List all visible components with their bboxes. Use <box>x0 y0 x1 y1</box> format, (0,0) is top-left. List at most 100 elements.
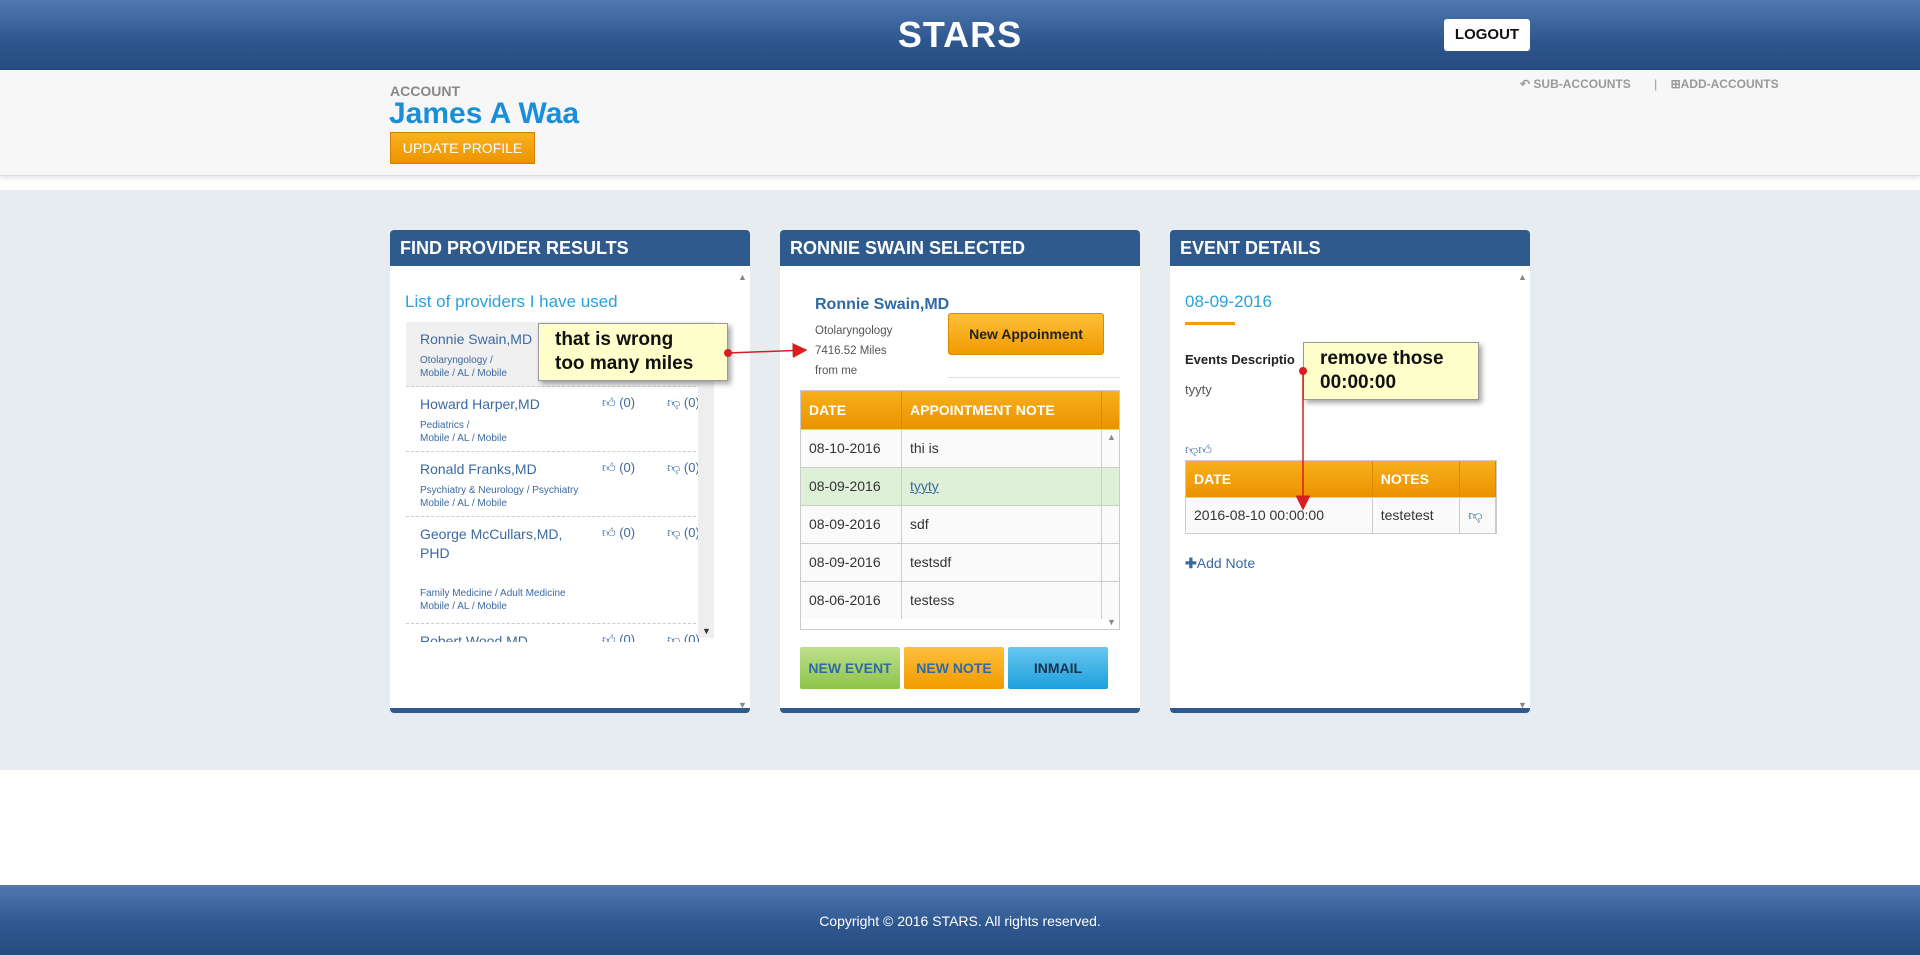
appointment-date: 08-09-2016 <box>801 544 902 581</box>
column-notes: NOTES <box>1373 461 1461 497</box>
add-accounts-link[interactable]: ⊞ADD-ACCOUNTS <box>1671 77 1779 91</box>
link-separator: | <box>1654 77 1658 91</box>
appointment-note: thi is <box>902 430 1102 467</box>
thumbs-up-icon[interactable]: 👍︎ (0) <box>602 460 651 475</box>
plus-icon: ✚ <box>1185 555 1197 571</box>
provider-location: Mobile / AL / Mobile <box>420 498 507 509</box>
table-row[interactable]: 08-09-2016 tyyty <box>801 467 1119 505</box>
appointment-note: sdf <box>902 506 1102 543</box>
event-date: 08-09-2016 <box>1185 292 1272 311</box>
panel-scrollbar[interactable]: ▲ ▼ <box>736 270 748 708</box>
scroll-up-icon[interactable]: ▲ <box>738 272 747 282</box>
appointment-note: testess <box>902 582 1102 619</box>
account-links: ↶ SUB-ACCOUNTS | ⊞ADD-ACCOUNTS <box>1520 77 1779 91</box>
note-text: testetest <box>1373 498 1461 533</box>
panel-title: FIND PROVIDER RESULTS <box>390 230 750 266</box>
scroll-down-icon[interactable]: ▼ <box>738 700 747 708</box>
table-row[interactable]: 08-09-2016 sdf <box>801 505 1119 543</box>
new-note-button[interactable]: NEW NOTE <box>904 647 1004 689</box>
find-provider-panel: FIND PROVIDER RESULTS List of providers … <box>390 230 750 713</box>
notes-table: DATE NOTES 2016-08-10 00:00:00 testetest… <box>1185 460 1497 534</box>
panel-title: EVENT DETAILS <box>1170 230 1530 266</box>
provider-votes: 👍︎ (0) 👎︎ (0) <box>602 632 706 642</box>
provider-specialty: Pediatrics / <box>420 420 470 431</box>
appointment-date: 08-06-2016 <box>801 582 902 619</box>
appointment-note: testsdf <box>902 544 1102 581</box>
plus-square-icon: ⊞ <box>1670 77 1681 91</box>
table-header: DATE NOTES <box>1186 461 1497 497</box>
divider <box>948 377 1120 378</box>
provider-specialty: Otolaryngology <box>815 325 893 337</box>
provider-location: Mobile / AL / Mobile <box>420 601 507 612</box>
provider-item[interactable]: Howard Harper,MD 👍︎ (0) 👎︎ (0) Pediatrics… <box>406 387 706 452</box>
scroll-down-icon[interactable]: ▼ <box>702 626 711 636</box>
appointment-date: 08-09-2016 <box>801 506 902 543</box>
provider-name[interactable]: Ronald Franks,MD <box>420 460 570 479</box>
appointments-table: DATE APPOINTMENT NOTE 08-10-2016 thi is … <box>800 390 1120 630</box>
update-profile-button[interactable]: UPDATE PROFILE <box>390 132 535 164</box>
inmail-button[interactable]: INMAIL <box>1008 647 1108 689</box>
callout-line: that is wrong <box>555 329 674 350</box>
column-actions <box>1460 461 1497 497</box>
provider-name[interactable]: Robert Wood,MD <box>420 632 570 642</box>
callout-line: remove those <box>1320 348 1444 369</box>
thumbs-up-icon[interactable]: 👍︎ (0) <box>602 525 651 540</box>
provider-name[interactable]: George McCullars,MD, PHD <box>420 525 570 563</box>
thumbs-down-icon[interactable]: 👎︎ <box>1185 442 1198 457</box>
provider-votes: 👍︎ (0) 👎︎ (0) <box>602 460 706 476</box>
provider-location: Mobile / AL / Mobile <box>420 433 507 444</box>
provider-item[interactable]: Ronald Franks,MD 👍︎ (0) 👎︎ (0) Psychiatry… <box>406 452 706 517</box>
event-details-panel: EVENT DETAILS 08-09-2016 Events Descript… <box>1170 230 1530 713</box>
sub-accounts-link[interactable]: ↶ SUB-ACCOUNTS <box>1520 77 1631 91</box>
scroll-up-icon[interactable]: ▲ <box>1518 272 1527 282</box>
table-row[interactable]: 08-09-2016 testsdf <box>801 543 1119 581</box>
thumbs-up-icon[interactable]: 👍︎ (0) <box>602 632 651 642</box>
selected-provider-info: Otolaryngology 7416.52 Miles from me <box>815 321 892 381</box>
brand-title: STARS <box>897 14 1023 55</box>
reply-icon: ↶ <box>1520 77 1531 91</box>
thumbs-up-icon[interactable]: 👍︎ (0) <box>602 395 651 410</box>
provider-name[interactable]: Howard Harper,MD <box>420 395 570 414</box>
appointments-scrollbar[interactable]: ▲ ▼ <box>1103 429 1119 629</box>
scroll-up-icon[interactable]: ▲ <box>1107 432 1116 442</box>
footer: Copyright © 2016 STARS. All rights reser… <box>0 885 1920 955</box>
selected-provider-name[interactable]: Ronnie Swain,MD <box>815 296 949 314</box>
events-description-label: Events Descriptio <box>1185 352 1295 367</box>
column-date: DATE <box>801 391 902 429</box>
miles-callout: that is wrong too many miles <box>538 323 728 381</box>
account-name: James A Waa <box>389 97 580 130</box>
provider-item[interactable]: George McCullars,MD, PHD 👍︎ (0) 👎︎ (0) Fa… <box>406 517 706 624</box>
top-header: STARS LOGOUT <box>0 0 1920 70</box>
appointment-date: 08-10-2016 <box>801 430 902 467</box>
panel-scrollbar[interactable]: ▲ ▼ <box>1516 270 1528 708</box>
event-description: tyyty <box>1185 382 1212 397</box>
table-row[interactable]: 08-06-2016 testess <box>801 581 1119 619</box>
callout-line: too many miles <box>555 353 694 374</box>
thumbs-down-icon[interactable]: 👎︎ <box>1460 498 1497 533</box>
add-note-link[interactable]: ✚Add Note <box>1185 555 1255 572</box>
callout-line: 00:00:00 <box>1320 372 1397 393</box>
column-appointment-note: APPOINTMENT NOTE <box>902 391 1102 429</box>
appointment-date: 08-09-2016 <box>801 468 902 505</box>
table-row[interactable]: 08-10-2016 thi is <box>801 429 1119 467</box>
scroll-down-icon[interactable]: ▼ <box>1107 617 1116 627</box>
new-appointment-button[interactable]: New Appoinment <box>948 313 1104 355</box>
thumbs-up-icon[interactable]: 👍︎ <box>1198 442 1212 457</box>
providers-list-title: List of providers I have used <box>405 292 618 311</box>
provider-votes: 👍︎ (0) 👎︎ (0) <box>602 395 706 411</box>
new-event-button[interactable]: NEW EVENT <box>800 647 900 689</box>
table-header: DATE APPOINTMENT NOTE <box>801 391 1119 429</box>
logout-button[interactable]: LOGOUT <box>1444 19 1530 51</box>
column-date: DATE <box>1186 461 1373 497</box>
note-date: 2016-08-10 00:00:00 <box>1186 498 1373 533</box>
scroll-down-icon[interactable]: ▼ <box>1518 700 1527 708</box>
provider-item[interactable]: Robert Wood,MD 👍︎ (0) 👎︎ (0) <box>406 624 706 642</box>
appointment-note-link[interactable]: tyyty <box>902 468 1102 505</box>
provider-specialty: Psychiatry & Neurology / Psychiatry <box>420 485 579 496</box>
event-date-underline <box>1185 322 1235 325</box>
distance-suffix: from me <box>815 365 858 377</box>
panel-title: RONNIE SWAIN SELECTED <box>780 230 1140 266</box>
event-vote-icons: 👎︎👍︎ <box>1185 442 1212 458</box>
time-callout: remove those 00:00:00 <box>1303 342 1479 400</box>
provider-specialty: Family Medicine / Adult Medicine <box>420 588 566 599</box>
